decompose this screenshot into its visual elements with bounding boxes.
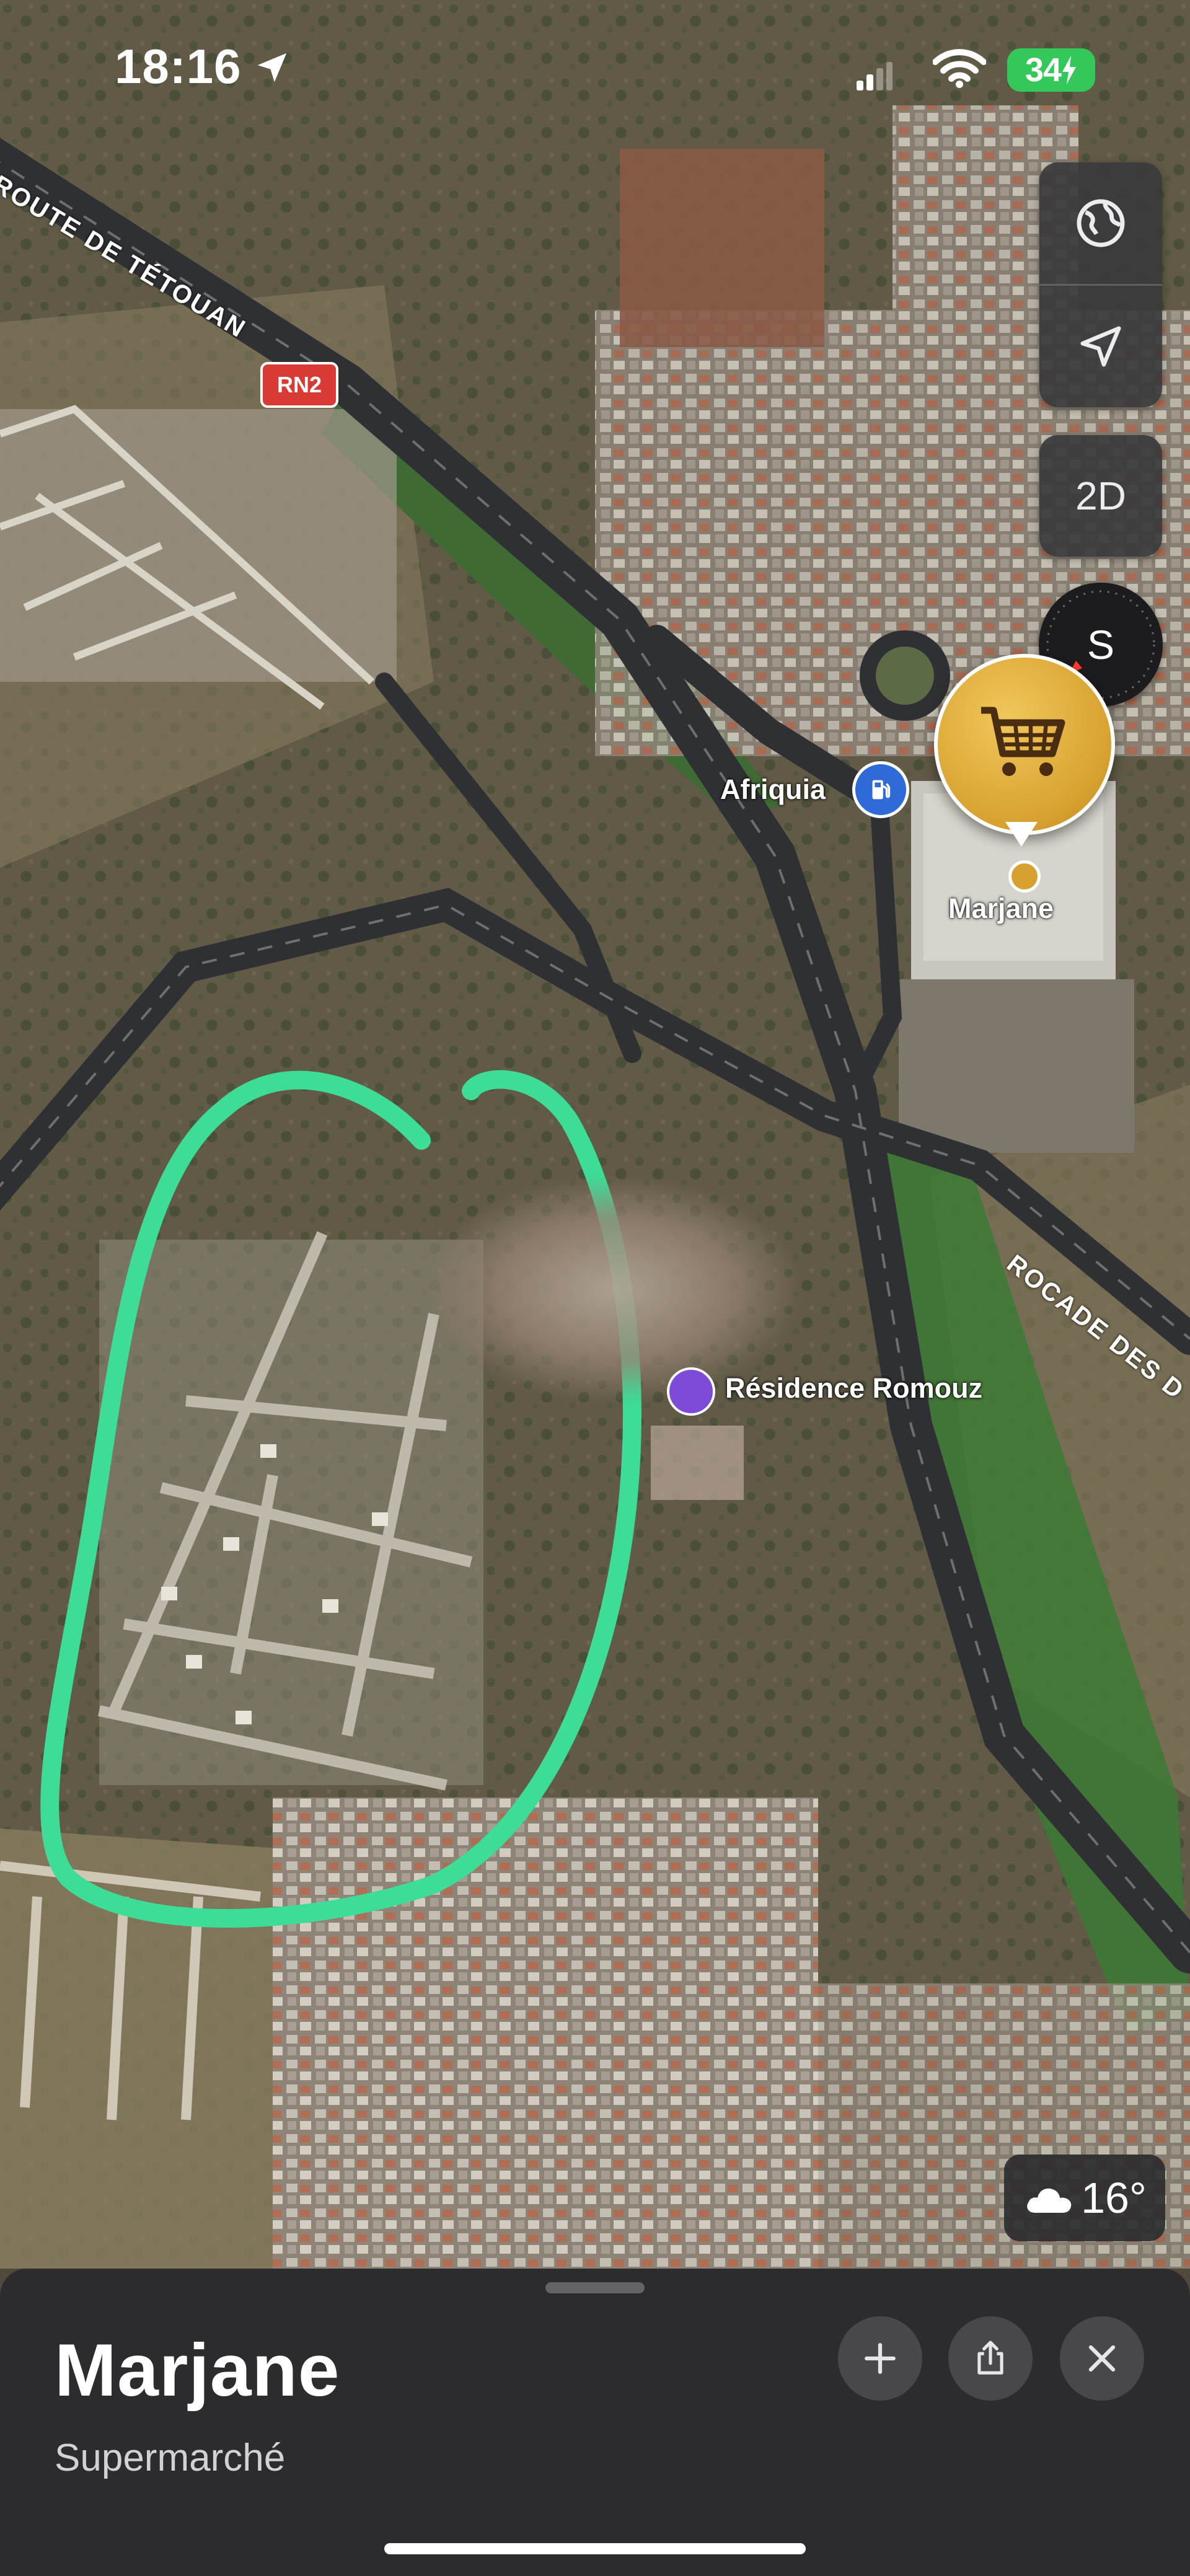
- battery-indicator: 34: [1007, 48, 1095, 92]
- poi-label-marjane[interactable]: Marjane: [948, 893, 1054, 925]
- residence-marker[interactable]: [667, 1367, 715, 1416]
- status-bar: 18:16 34: [0, 0, 1190, 143]
- cellular-signal-icon: [857, 62, 892, 90]
- close-icon: [1088, 2345, 1116, 2372]
- weather-badge[interactable]: 16°: [1004, 2155, 1165, 2241]
- view-mode-toggle[interactable]: 2D: [1039, 435, 1162, 557]
- shopping-cart-icon: [981, 707, 1065, 776]
- map-controls-group: [1039, 162, 1162, 407]
- track-location-button[interactable]: [1039, 284, 1162, 407]
- weather-temperature: 16°: [1081, 2174, 1147, 2222]
- add-button[interactable]: [838, 2316, 922, 2401]
- home-indicator[interactable]: [384, 2543, 806, 2554]
- fuel-station-marker[interactable]: [852, 761, 909, 818]
- route-shield-rn2[interactable]: RN2: [260, 362, 338, 408]
- view-mode-group: 2D: [1039, 435, 1162, 557]
- charging-bolt-icon: [1062, 56, 1077, 84]
- cloud-icon: [1027, 2188, 1072, 2213]
- status-time: 18:16: [115, 39, 242, 94]
- satellite-map[interactable]: [0, 0, 1190, 2269]
- pin-pointer: [1005, 822, 1038, 847]
- close-button[interactable]: [1060, 2316, 1144, 2401]
- share-icon: [977, 2340, 1003, 2375]
- place-card-sheet[interactable]: Marjane Supermarché: [0, 2269, 1190, 2576]
- place-category: Supermarché: [55, 2437, 286, 2479]
- pin-location-dot: [1008, 860, 1041, 893]
- battery-level: 34: [1025, 51, 1062, 89]
- poi-label-residence-romouz[interactable]: Résidence Romouz: [725, 1372, 982, 1405]
- poi-label-afriquia[interactable]: Afriquia: [720, 774, 826, 806]
- share-button[interactable]: [948, 2316, 1033, 2401]
- globe-icon: [1077, 199, 1125, 247]
- map-style-button[interactable]: [1039, 162, 1162, 284]
- place-title: Marjane: [55, 2329, 340, 2412]
- plus-icon: [865, 2343, 896, 2374]
- selected-place-pin[interactable]: [934, 654, 1115, 835]
- wifi-icon: [933, 49, 986, 88]
- blurred-region: [428, 1178, 800, 1401]
- location-services-icon: [257, 53, 287, 82]
- sheet-grabber[interactable]: [545, 2282, 645, 2293]
- location-arrow-icon: [1080, 326, 1121, 367]
- fuel-pump-icon: [872, 780, 891, 800]
